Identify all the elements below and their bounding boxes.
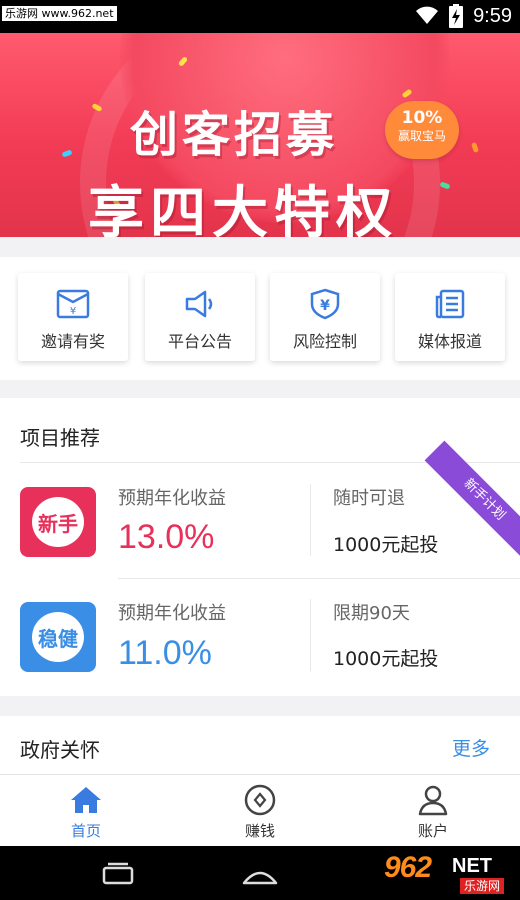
coin-icon xyxy=(244,784,276,816)
tab-earn[interactable]: 赚钱 xyxy=(210,783,310,841)
divider xyxy=(310,484,311,556)
divider xyxy=(118,578,520,579)
more-link[interactable]: 更多 xyxy=(452,734,490,761)
tab-label: 首页 xyxy=(70,822,101,840)
logo-net: NET xyxy=(452,855,492,877)
gov-care-section: 政府关怀 更多 xyxy=(0,716,520,774)
product-badge-label: 稳健 xyxy=(32,612,84,662)
product-term: 限期90天 xyxy=(333,603,410,624)
divider xyxy=(310,599,311,671)
min-investment: 1000元起投 xyxy=(333,534,439,556)
svg-text:¥: ¥ xyxy=(70,306,76,317)
badge-text: 赢取宝马 xyxy=(397,129,446,143)
confetti xyxy=(61,149,73,158)
home-icon xyxy=(71,787,101,813)
logo-number: 962 xyxy=(384,851,432,884)
product-badge-label: 新手 xyxy=(32,497,84,547)
recent-apps-icon[interactable] xyxy=(98,859,136,887)
rate-label: 预期年化收益 xyxy=(118,488,226,509)
banner-headline-1: 创客招募 xyxy=(130,107,339,163)
quick-entry-label: 邀请有奖 xyxy=(40,332,105,351)
banner-badge: 10% 赢取宝马 xyxy=(385,101,459,159)
quick-entry-label: 媒体报道 xyxy=(417,332,482,351)
rate-label: 预期年化收益 xyxy=(118,603,226,624)
annual-rate: 11.0% xyxy=(118,634,212,672)
tab-home[interactable]: 首页 xyxy=(36,783,136,841)
confetti xyxy=(470,141,480,154)
invite-envelope-icon: ¥ xyxy=(56,289,90,319)
section-title: 政府关怀 xyxy=(20,738,100,762)
annual-rate: 13.0% xyxy=(118,518,215,556)
news-icon xyxy=(435,289,465,319)
banner-headline-2: 享四大特权 xyxy=(88,181,398,237)
clock: 9:59 xyxy=(473,4,512,27)
shield-yen-icon: ¥ xyxy=(310,288,340,320)
quick-entry-media[interactable]: 媒体报道 xyxy=(395,273,505,361)
product-term: 随时可退 xyxy=(333,488,405,509)
tab-label: 账户 xyxy=(417,822,448,840)
quick-entry-risk-control[interactable]: ¥ 风险控制 xyxy=(270,273,380,361)
quick-entry-announcement[interactable]: 平台公告 xyxy=(145,273,255,361)
product-badge-icon: 新手 xyxy=(20,487,96,557)
watermark: 乐游网 www.962.net xyxy=(2,6,117,21)
recommend-section: 项目推荐 新手计划 新手 预期年化收益 13.0% 随时可退 1000元起投 稳… xyxy=(0,398,520,696)
newbie-plan-ribbon: 新手计划 xyxy=(424,440,520,560)
megaphone-icon xyxy=(185,290,213,318)
badge-percent: 10% xyxy=(401,108,443,128)
quick-entry-label: 平台公告 xyxy=(167,332,232,351)
tab-account[interactable]: 账户 xyxy=(383,783,483,841)
site-logo: 962 NET 乐游网 xyxy=(380,851,518,897)
tab-label: 赚钱 xyxy=(244,822,275,840)
svg-text:¥: ¥ xyxy=(320,298,330,314)
logo-sub: 乐游网 xyxy=(460,878,505,894)
bottom-tab-bar: 首页 赚钱 账户 xyxy=(0,774,520,846)
status-icons: 9:59 xyxy=(415,4,512,28)
status-bar: 乐游网 www.962.net 9:59 xyxy=(0,0,520,33)
quick-entry-label: 风险控制 xyxy=(292,332,357,351)
user-icon xyxy=(418,785,448,816)
product-badge-icon: 稳健 xyxy=(20,602,96,672)
wifi-icon xyxy=(416,6,439,24)
confetti xyxy=(439,181,451,190)
quick-entry-section: ¥ 邀请有奖 平台公告 ¥ 风险控制 媒体报道 xyxy=(0,257,520,380)
quick-entry-invite[interactable]: ¥ 邀请有奖 xyxy=(18,273,128,361)
promo-banner[interactable]: 创客招募 享四大特权 10% 赢取宝马 xyxy=(0,33,520,237)
battery-charging-icon xyxy=(449,4,464,28)
section-title: 项目推荐 xyxy=(20,426,100,450)
home-button-icon[interactable] xyxy=(240,859,280,887)
min-investment: 1000元起投 xyxy=(333,648,439,670)
